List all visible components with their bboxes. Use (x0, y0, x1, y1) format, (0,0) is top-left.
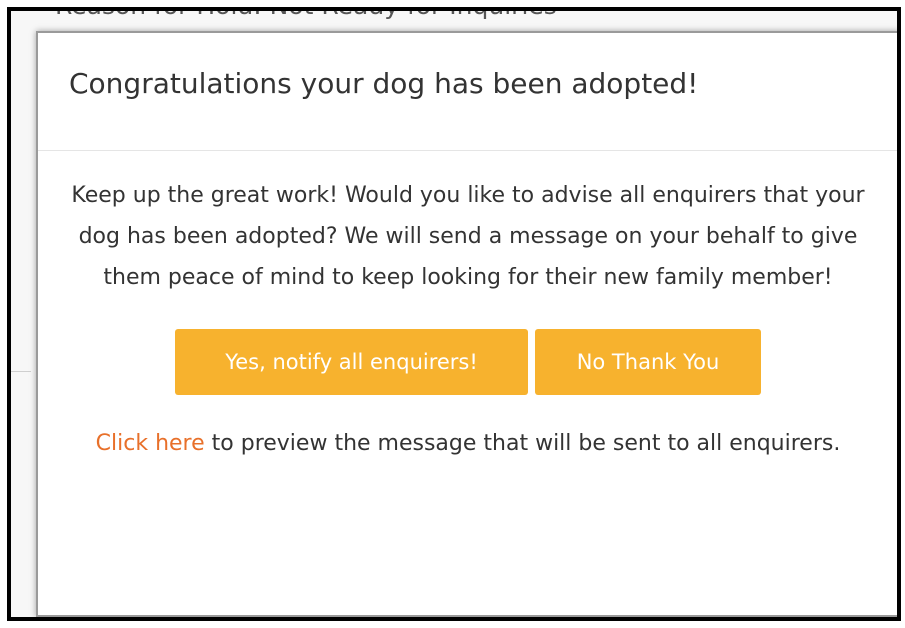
preview-message-note: Click here to preview the message that w… (88, 425, 848, 463)
no-thank-you-button[interactable]: No Thank You (535, 329, 761, 395)
dialog-message: Keep up the great work! Would you like t… (71, 183, 865, 290)
notify-enquirers-button[interactable]: Yes, notify all enquirers! (175, 329, 528, 395)
screenshot-frame: Reason for Hold: Not Ready for Inquiries… (7, 7, 901, 621)
background-divider (11, 371, 31, 372)
preview-message-link[interactable]: Click here (96, 431, 205, 456)
background-hold-reason: Reason for Hold: Not Ready for Inquiries (55, 11, 557, 20)
dialog-header: Congratulations your dog has been adopte… (38, 33, 897, 151)
dialog-title: Congratulations your dog has been adopte… (69, 67, 699, 100)
preview-message-suffix: to preview the message that will be sent… (204, 431, 841, 456)
dialog-actions: Yes, notify all enquirers! No Thank You (58, 329, 878, 395)
dialog-body: Keep up the great work! Would you like t… (38, 151, 897, 463)
adoption-dialog: Congratulations your dog has been adopte… (36, 31, 897, 617)
